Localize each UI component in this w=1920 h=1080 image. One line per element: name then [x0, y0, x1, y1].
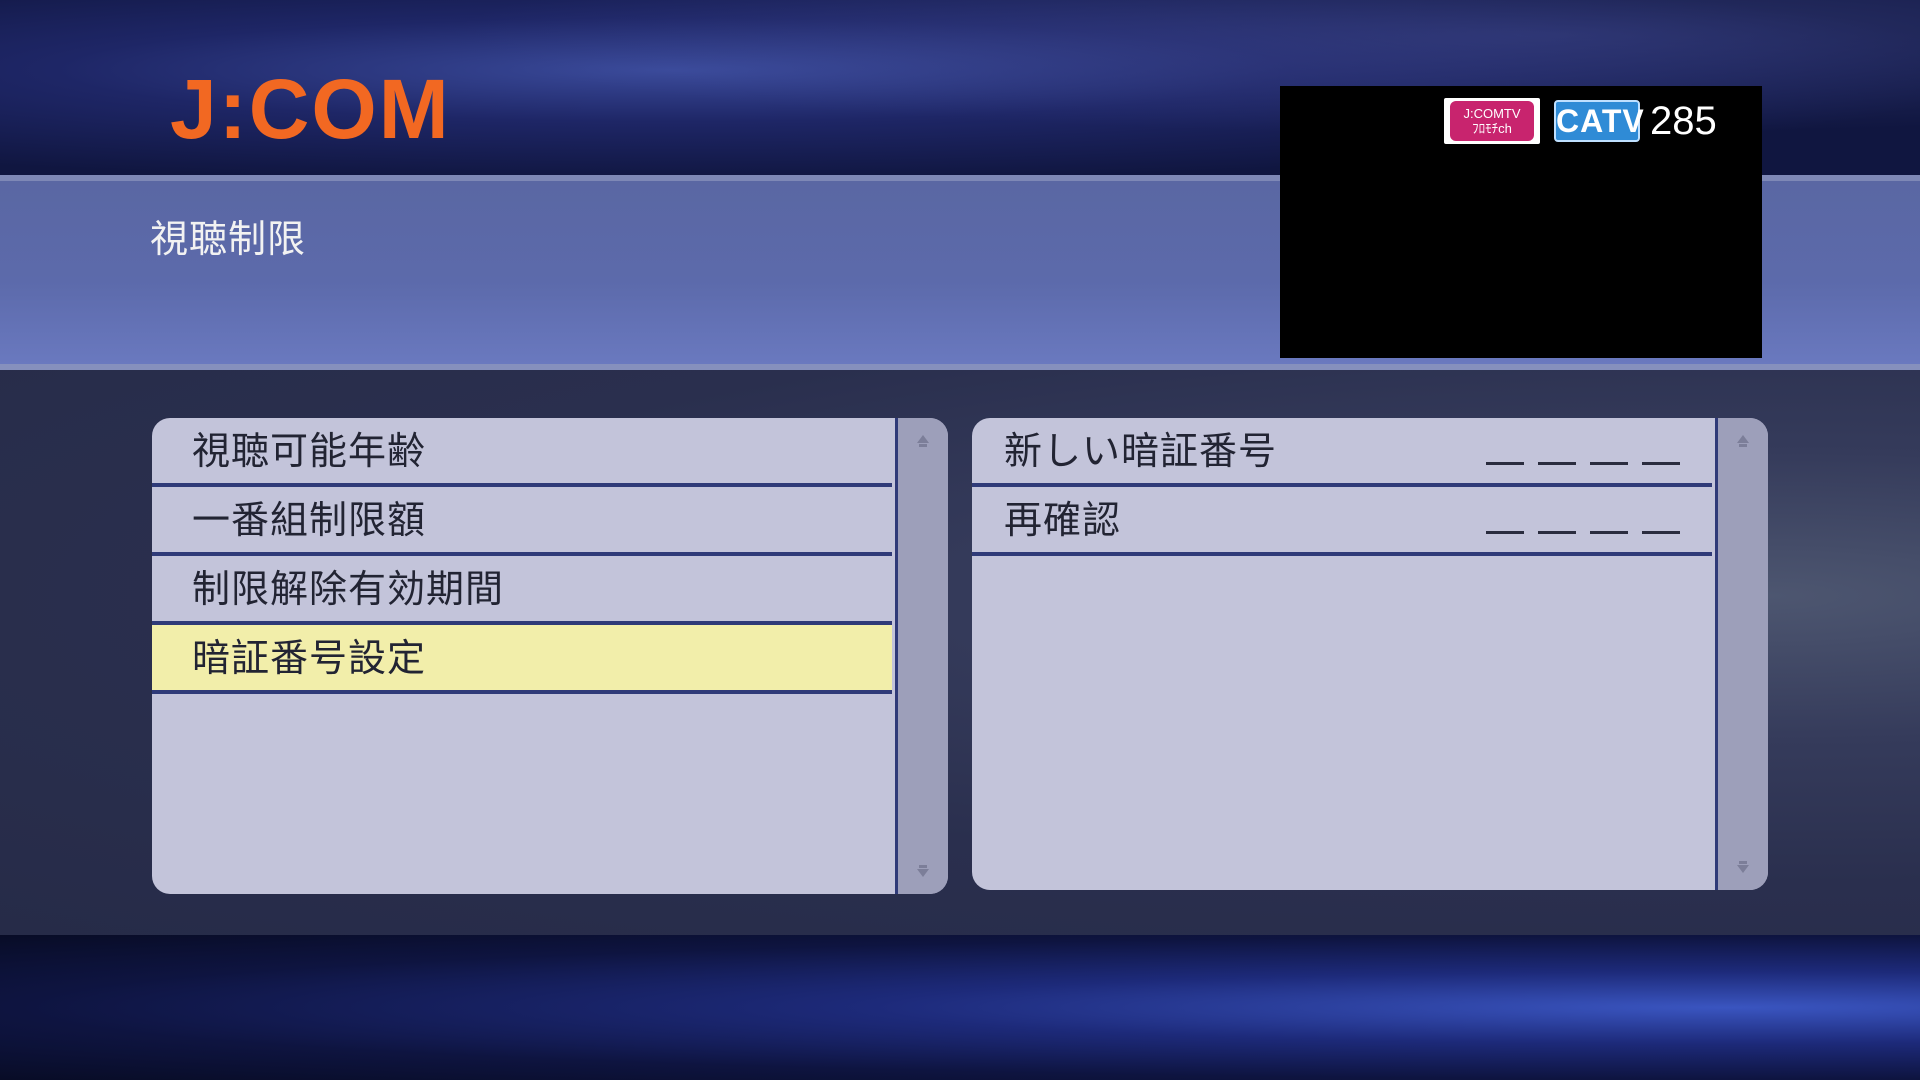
pin-digit-slot — [1538, 531, 1576, 534]
menu-item-program-limit[interactable]: 一番組制限額 — [152, 487, 892, 556]
pin-fields-list: 新しい暗証番号 再確認 — [972, 418, 1712, 890]
pin-digit-slot — [1590, 531, 1628, 534]
bottom-background — [0, 935, 1920, 1080]
catv-badge: CATV — [1554, 100, 1644, 142]
tv-preview-window: J:COMTV ﾌﾛﾓﾁch CATV 285 — [1280, 86, 1762, 358]
pin-digit-slot — [1590, 462, 1628, 465]
new-pin-label: 新しい暗証番号 — [1004, 429, 1278, 473]
pin-digit-slot — [1642, 462, 1680, 465]
chevron-up-icon[interactable] — [1735, 432, 1751, 448]
chevron-down-icon[interactable] — [1735, 860, 1751, 876]
channel-logo-line1: J:COMTV — [1463, 106, 1521, 121]
pin-digit-slot — [1486, 462, 1524, 465]
menu-item-label: 一番組制限額 — [192, 498, 427, 542]
menu-item-label: 暗証番号設定 — [192, 636, 427, 680]
chevron-up-icon[interactable] — [915, 432, 931, 448]
pin-scrollbar[interactable] — [1715, 418, 1768, 890]
pin-digit-slot — [1486, 531, 1524, 534]
confirm-pin-label: 再確認 — [1004, 498, 1122, 542]
pin-settings-panel: 新しい暗証番号 再確認 — [972, 418, 1768, 890]
menu-scrollbar[interactable] — [895, 418, 948, 894]
jcom-logo: J:COM — [170, 62, 451, 156]
channel-logo-badge: J:COMTV ﾌﾛﾓﾁch — [1444, 98, 1540, 144]
settings-menu-panel: 視聴可能年齢 一番組制限額 制限解除有効期間 暗証番号設定 — [152, 418, 948, 894]
channel-logo-line2: ﾌﾛﾓﾁch — [1472, 121, 1512, 136]
confirm-pin-field[interactable]: 再確認 — [972, 487, 1712, 556]
pin-digit-slot — [1538, 462, 1576, 465]
menu-item-unlock-period[interactable]: 制限解除有効期間 — [152, 556, 892, 625]
menu-item-label: 視聴可能年齢 — [192, 429, 427, 473]
menu-item-pin-settings[interactable]: 暗証番号設定 — [152, 621, 892, 694]
menu-item-label: 制限解除有効期間 — [192, 567, 505, 611]
new-pin-field[interactable]: 新しい暗証番号 — [972, 418, 1712, 487]
menu-item-viewable-age[interactable]: 視聴可能年齢 — [152, 418, 892, 487]
chevron-down-icon[interactable] — [915, 864, 931, 880]
channel-number: 285 — [1650, 99, 1717, 143]
settings-menu-list: 視聴可能年齢 一番組制限額 制限解除有効期間 暗証番号設定 — [152, 418, 892, 894]
new-pin-input[interactable] — [1486, 462, 1680, 465]
page-title: 視聴制限 — [150, 217, 307, 261]
pin-digit-slot — [1642, 531, 1680, 534]
confirm-pin-input[interactable] — [1486, 531, 1680, 534]
